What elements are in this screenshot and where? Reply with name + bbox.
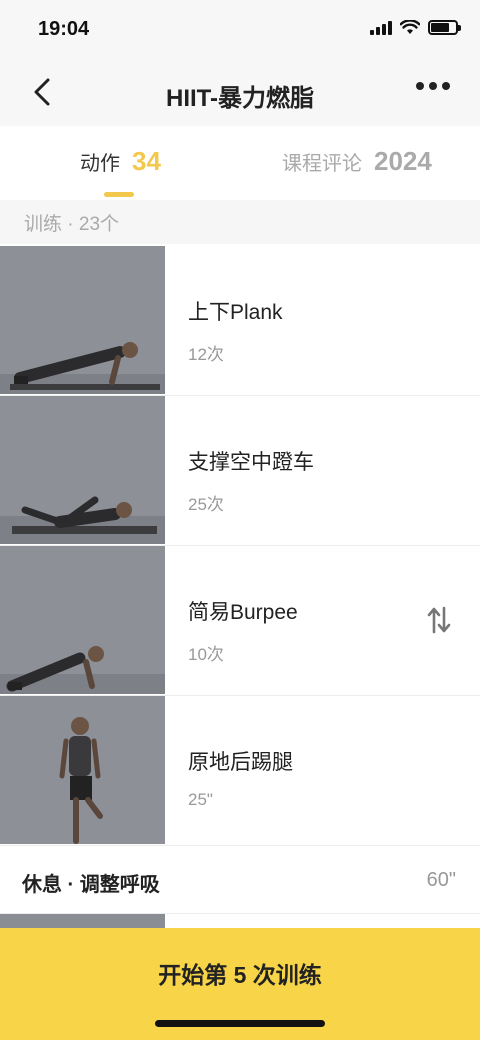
exercise-thumbnail bbox=[0, 396, 165, 544]
status-icons bbox=[370, 20, 461, 35]
exercise-list: 上下Plank 12次 支撑空中蹬车 25次 简易Burpee 10次 原地后踢… bbox=[0, 246, 480, 846]
rest-row: 休息 · 调整呼吸 60" bbox=[0, 846, 480, 914]
status-bar: 19:04 bbox=[0, 0, 480, 58]
exercise-thumbnail bbox=[0, 246, 165, 394]
more-options-button[interactable] bbox=[416, 82, 450, 90]
tab-reviews-label: 课程评论 bbox=[282, 153, 362, 175]
more-dot-icon bbox=[442, 82, 450, 90]
wifi-icon bbox=[400, 20, 420, 34]
status-time: 19:04 bbox=[38, 18, 90, 40]
nav-bar: HIIT-暴力燃脂 bbox=[0, 58, 480, 126]
exercise-name: 原地后踢腿 bbox=[188, 751, 293, 774]
more-dot-icon bbox=[416, 82, 424, 90]
exercise-name: 支撑空中蹬车 bbox=[188, 451, 314, 474]
home-indicator bbox=[155, 1020, 325, 1027]
start-training-label: 开始第 5 次训练 bbox=[158, 962, 322, 988]
page-title: HIIT-暴力燃脂 bbox=[166, 85, 314, 112]
tab-reviews[interactable]: 课程评论 2024 bbox=[282, 146, 432, 177]
reorder-icon[interactable] bbox=[426, 604, 452, 636]
exercise-row[interactable]: 简易Burpee 10次 bbox=[0, 546, 480, 696]
exercise-row[interactable]: 原地后踢腿 25" bbox=[0, 696, 480, 846]
tab-actions[interactable]: 动作 34 bbox=[80, 146, 161, 177]
tab-bar: 动作 34 课程评论 2024 bbox=[0, 126, 480, 200]
exercise-detail: 25次 bbox=[188, 495, 224, 514]
section-label: 训练 · 23个 bbox=[24, 214, 120, 235]
tab-actions-label: 动作 bbox=[80, 153, 120, 175]
exercise-row[interactable]: 上下Plank 12次 bbox=[0, 246, 480, 396]
cellular-signal-icon bbox=[370, 20, 392, 35]
exercise-thumbnail bbox=[0, 696, 165, 844]
rest-label: 休息 · 调整呼吸 bbox=[22, 874, 160, 896]
exercise-detail: 10次 bbox=[188, 645, 224, 664]
section-header: 训练 · 23个 bbox=[0, 200, 480, 244]
exercise-row[interactable]: 支撑空中蹬车 25次 bbox=[0, 396, 480, 546]
exercise-name: 简易Burpee bbox=[188, 601, 298, 624]
exercise-thumbnail bbox=[0, 546, 165, 694]
active-tab-indicator bbox=[104, 192, 134, 197]
exercise-name: 上下Plank bbox=[188, 301, 283, 324]
exercise-detail: 25" bbox=[188, 790, 213, 809]
more-dot-icon bbox=[429, 82, 437, 90]
rest-duration: 60" bbox=[426, 869, 456, 891]
battery-icon bbox=[428, 20, 461, 35]
exercise-detail: 12次 bbox=[188, 345, 224, 364]
tab-reviews-count: 2024 bbox=[374, 146, 432, 176]
tab-actions-count: 34 bbox=[132, 146, 161, 176]
